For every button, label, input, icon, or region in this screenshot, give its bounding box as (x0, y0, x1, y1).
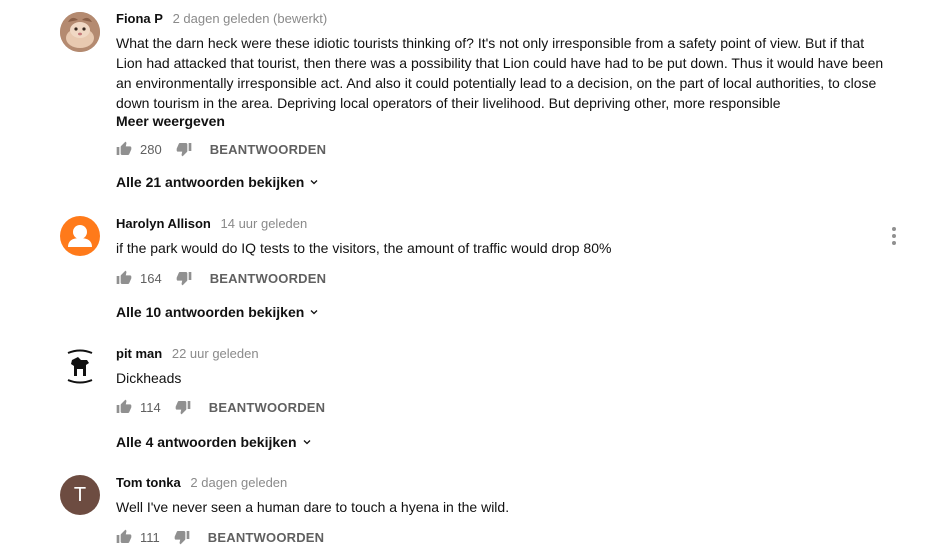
like-button[interactable] (116, 270, 132, 286)
thumb-down-icon (176, 143, 192, 157)
chevron-down-icon (303, 440, 310, 445)
reply-button[interactable]: BEANTWOORDEN (209, 400, 326, 415)
comment-actions: 164 BEANTWOORDEN (116, 268, 326, 288)
avatar[interactable] (60, 346, 100, 386)
author-name[interactable]: Tom tonka (116, 475, 181, 490)
view-replies-button[interactable]: Alle 10 antwoorden bekijken (116, 302, 320, 322)
view-replies-button[interactable]: Alle 4 antwoorden bekijken (116, 432, 313, 452)
comment-actions: 280 BEANTWOORDEN (116, 139, 326, 159)
thumb-up-icon (116, 399, 132, 413)
dislike-button[interactable] (176, 270, 192, 286)
comment-actions: 114 BEANTWOORDEN (116, 397, 325, 417)
avatar-image (60, 12, 100, 52)
thumb-up-icon (116, 270, 132, 284)
comment-header: Fiona P 2 dagen geleden (bewerkt) (116, 10, 327, 28)
comment-header: Harolyn Allison 14 uur geleden (116, 215, 307, 233)
avatar[interactable] (60, 216, 100, 256)
comment-header: pit man 22 uur geleden (116, 345, 259, 363)
avatar[interactable] (60, 12, 100, 52)
like-button[interactable] (116, 141, 132, 157)
thumb-up-icon (116, 529, 132, 543)
like-button[interactable] (116, 529, 132, 545)
like-button[interactable] (116, 399, 132, 415)
author-name[interactable]: Fiona P (116, 11, 163, 26)
avatar[interactable]: T (60, 475, 100, 515)
comment-menu-button[interactable] (884, 224, 904, 248)
comment-text: What the darn heck were these idiotic to… (116, 35, 884, 111)
author-name[interactable]: pit man (116, 346, 162, 361)
dislike-button[interactable] (175, 399, 191, 415)
author-name[interactable]: Harolyn Allison (116, 216, 211, 231)
comment-timestamp[interactable]: 2 dagen geleden (bewerkt) (173, 11, 328, 26)
reply-button[interactable]: BEANTWOORDEN (210, 142, 327, 157)
view-replies-label: Alle 10 antwoorden bekijken (116, 304, 305, 320)
read-more-link[interactable]: Meer weergeven (116, 111, 225, 131)
more-vert-icon (892, 227, 896, 245)
view-replies-label: Alle 4 antwoorden bekijken (116, 434, 297, 450)
comment-timestamp[interactable]: 14 uur geleden (221, 216, 308, 231)
like-count: 114 (140, 399, 161, 415)
thumb-up-icon (116, 141, 132, 155)
avatar-initial: T (73, 483, 87, 506)
reply-button[interactable]: BEANTWOORDEN (210, 271, 327, 286)
reply-button[interactable]: BEANTWOORDEN (208, 530, 325, 545)
like-count: 280 (140, 141, 162, 157)
comment-text: Well I've never seen a human dare to tou… (116, 499, 510, 515)
default-avatar-icon (68, 225, 92, 247)
dislike-button[interactable] (176, 141, 192, 157)
dislike-button[interactable] (174, 529, 190, 545)
chevron-down-icon (310, 310, 318, 315)
view-replies-label: Alle 21 antwoorden bekijken (116, 174, 305, 190)
thumb-down-icon (175, 401, 191, 415)
dog-silhouette-icon (67, 349, 93, 384)
comment-timestamp[interactable]: 2 dagen geleden (190, 475, 287, 490)
thumb-down-icon (176, 272, 192, 286)
thumb-down-icon (174, 531, 190, 545)
chevron-down-icon (310, 180, 318, 185)
comment-actions: 111 BEANTWOORDEN (116, 527, 324, 547)
like-count: 111 (140, 529, 160, 545)
like-count: 164 (140, 270, 162, 286)
comment-text: Dickheads (116, 370, 182, 386)
comment-timestamp[interactable]: 22 uur geleden (172, 346, 259, 361)
view-replies-button[interactable]: Alle 21 antwoorden bekijken (116, 172, 320, 192)
comment-text: if the park would do IQ tests to the vis… (116, 240, 612, 256)
comment-header: Tom tonka 2 dagen geleden (116, 474, 287, 492)
